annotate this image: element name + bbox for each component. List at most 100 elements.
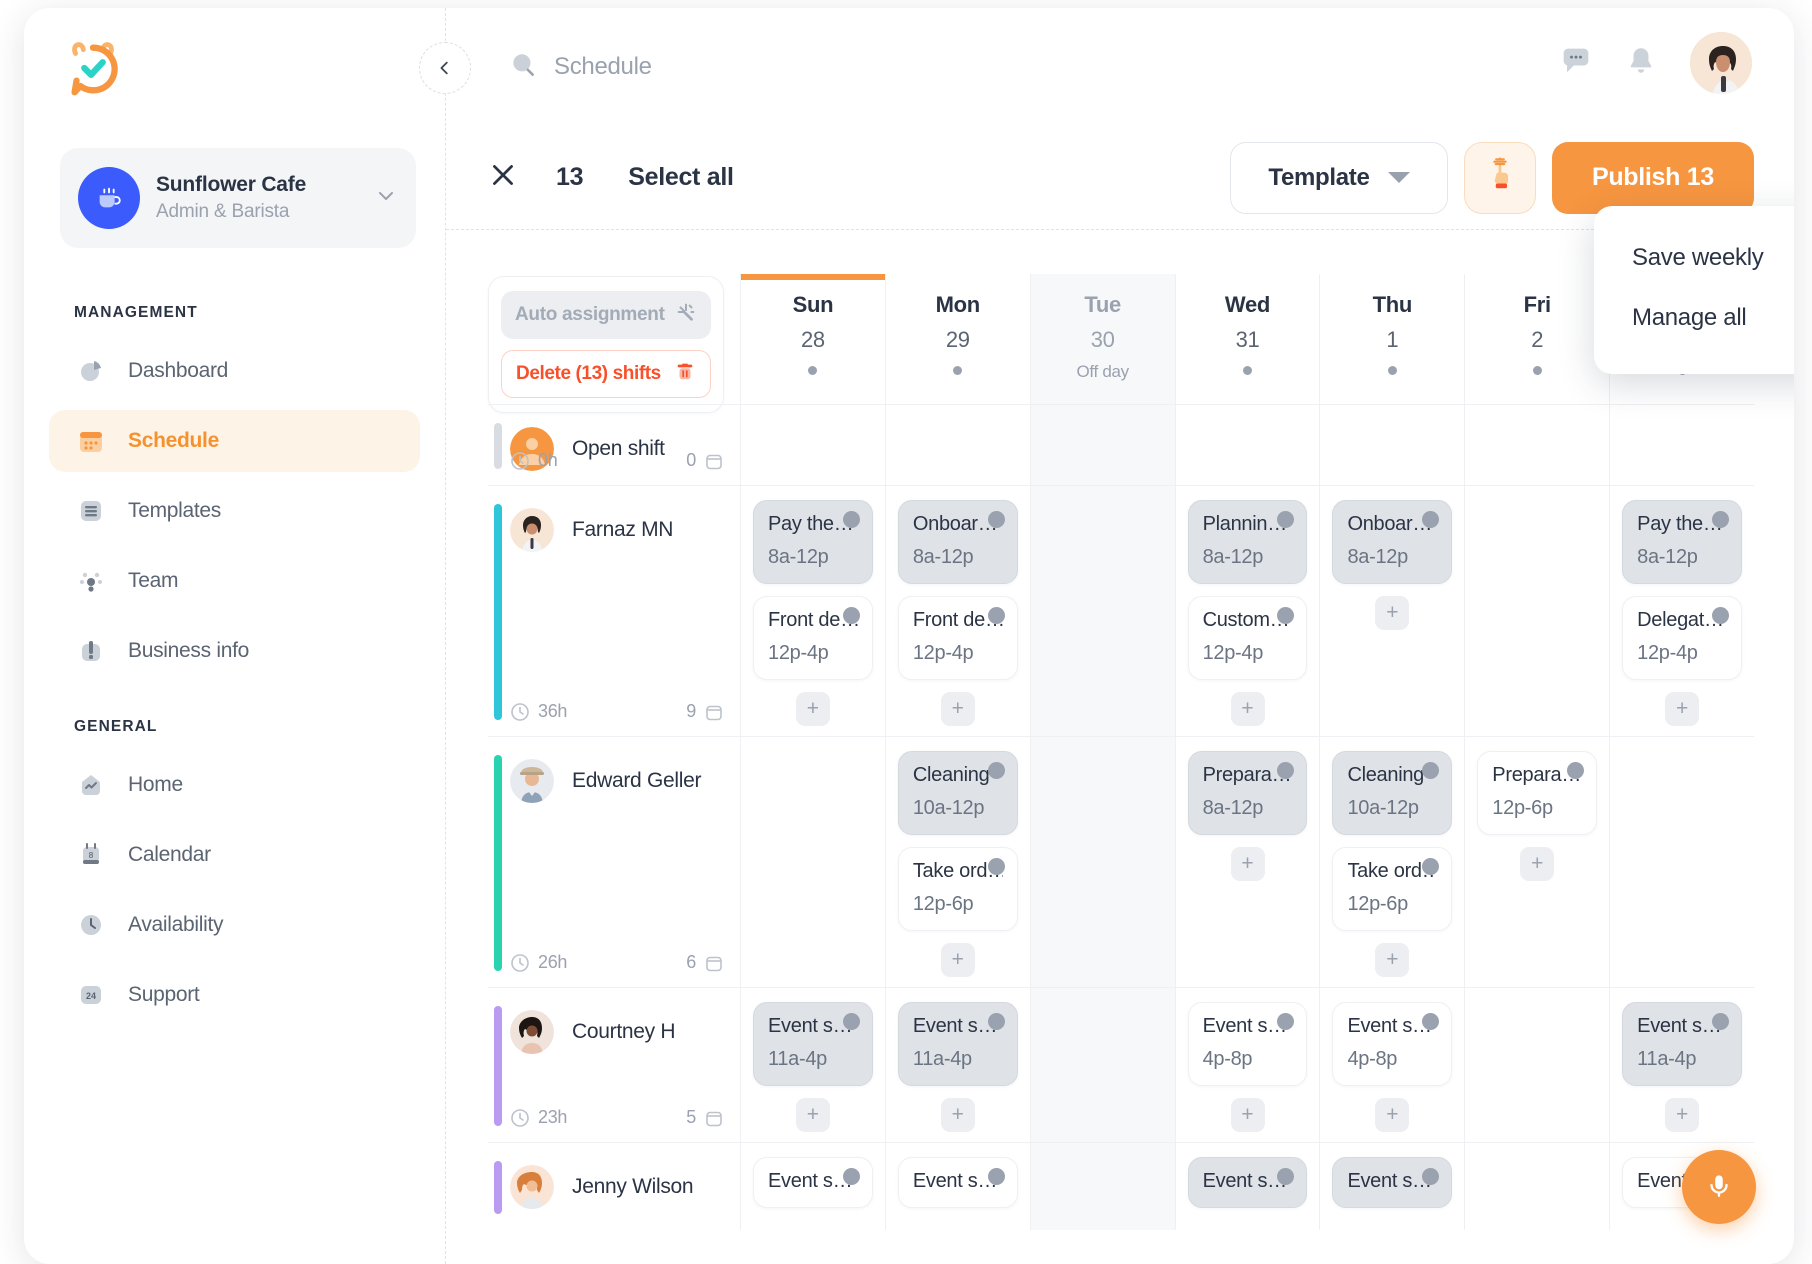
shift-card[interactable]: Front de…12p-4p <box>753 596 873 680</box>
voice-assistant-fab[interactable] <box>1682 1150 1756 1224</box>
page-search[interactable]: Schedule <box>508 50 652 85</box>
day-cell[interactable] <box>1464 486 1609 736</box>
shift-card[interactable]: Event s… <box>1188 1157 1308 1208</box>
add-shift-button[interactable]: + <box>1665 692 1699 726</box>
add-shift-button[interactable]: + <box>1231 847 1265 881</box>
select-all-button[interactable]: Select all <box>628 163 733 192</box>
shift-card[interactable]: Take ord…12p-6p <box>898 847 1018 931</box>
sidebar-item-support[interactable]: 24 Support <box>49 964 420 1026</box>
shift-card[interactable]: Event s… <box>753 1157 873 1208</box>
day-cell[interactable]: Event s…4p-8p + <box>1175 988 1320 1142</box>
day-cell[interactable] <box>1464 988 1609 1142</box>
day-header-fri[interactable]: Fri2 <box>1464 274 1609 404</box>
shift-card[interactable]: Cleaning10a-12p <box>1332 751 1452 835</box>
auto-assignment-button[interactable]: Auto assignment <box>501 291 711 339</box>
employee-cell[interactable]: Farnaz MN36h9 <box>488 486 740 736</box>
day-cell[interactable] <box>885 405 1030 485</box>
collapse-sidebar-button[interactable] <box>419 42 471 94</box>
day-header-wed[interactable]: Wed31 <box>1175 274 1320 404</box>
shift-card[interactable]: Delegat…12p-4p <box>1622 596 1742 680</box>
add-shift-button[interactable]: + <box>941 1098 975 1132</box>
day-cell[interactable]: Event s…11a-4p + <box>740 988 885 1142</box>
day-cell[interactable] <box>1030 486 1175 736</box>
day-header-thu[interactable]: Thu1 <box>1319 274 1464 404</box>
shift-card[interactable]: Pay the…8a-12p <box>753 500 873 584</box>
employee-cell[interactable]: Courtney H23h5 <box>488 988 740 1142</box>
sidebar-item-business-info[interactable]: Business info <box>49 620 420 682</box>
shift-card[interactable]: Event s… <box>898 1157 1018 1208</box>
shift-card[interactable]: Event s… <box>1332 1157 1452 1208</box>
shift-card[interactable]: Prepara…8a-12p <box>1188 751 1308 835</box>
shift-card[interactable]: Event s…11a-4p <box>898 1002 1018 1086</box>
day-cell[interactable]: Prepara…8a-12p + <box>1175 737 1320 987</box>
day-cell[interactable] <box>740 405 885 485</box>
sidebar-item-availability[interactable]: Availability <box>49 894 420 956</box>
day-cell[interactable]: Event s… <box>885 1143 1030 1230</box>
add-shift-button[interactable]: + <box>941 692 975 726</box>
add-shift-button[interactable]: + <box>796 1098 830 1132</box>
shift-card[interactable]: Event s…4p-8p <box>1188 1002 1308 1086</box>
shift-card[interactable]: Plannin…8a-12p <box>1188 500 1308 584</box>
add-shift-button[interactable]: + <box>1231 1098 1265 1132</box>
shift-card[interactable]: Take ord…12p-6p <box>1332 847 1452 931</box>
day-cell[interactable]: Event s… <box>1175 1143 1320 1230</box>
add-shift-button[interactable]: + <box>1520 847 1554 881</box>
day-cell[interactable] <box>1030 988 1175 1142</box>
day-cell[interactable]: Onboar…8a-12p Front de…12p-4p + <box>885 486 1030 736</box>
shift-card[interactable]: Front de…12p-4p <box>898 596 1018 680</box>
shift-card[interactable]: Event s…11a-4p <box>1622 1002 1742 1086</box>
day-cell[interactable]: Pay the…8a-12pFront de…12p-4p+ <box>740 486 885 736</box>
day-cell[interactable]: Pay the…8a-12p Delegat…12p-4p + <box>1609 486 1754 736</box>
day-cell[interactable] <box>1609 405 1754 485</box>
employee-cell[interactable]: Edward Geller26h6 <box>488 737 740 987</box>
day-header-mon[interactable]: Mon29 <box>885 274 1030 404</box>
auto-assign-magic-button[interactable] <box>1464 142 1536 214</box>
add-shift-button[interactable]: + <box>941 943 975 977</box>
sidebar-item-dashboard[interactable]: Dashboard <box>49 340 420 402</box>
day-cell[interactable]: Event s…11a-4p + <box>1609 988 1754 1142</box>
day-cell[interactable] <box>1464 1143 1609 1230</box>
day-cell[interactable] <box>1319 405 1464 485</box>
avatar[interactable] <box>1688 30 1754 96</box>
day-header-sun[interactable]: Sun28 <box>740 274 885 404</box>
shift-card[interactable]: Onboar…8a-12p <box>1332 500 1452 584</box>
day-header-tue[interactable]: Tue30Off day <box>1030 274 1175 404</box>
shift-card[interactable]: Pay the…8a-12p <box>1622 500 1742 584</box>
bell-icon[interactable] <box>1624 44 1658 83</box>
day-cell[interactable]: Onboar…8a-12p + <box>1319 486 1464 736</box>
day-cell[interactable] <box>1609 737 1754 987</box>
close-icon[interactable] <box>488 160 518 196</box>
day-cell[interactable]: Cleaning10a-12p Take ord…12p-6p + <box>885 737 1030 987</box>
day-cell[interactable] <box>740 737 885 987</box>
sidebar-item-team[interactable]: Team <box>49 550 420 612</box>
day-cell[interactable]: Prepara…12p-6p + <box>1464 737 1609 987</box>
employee-cell[interactable]: Jenny Wilson <box>488 1143 740 1230</box>
shift-card[interactable]: Event s…4p-8p <box>1332 1002 1452 1086</box>
add-shift-button[interactable]: + <box>1665 1098 1699 1132</box>
employee-cell[interactable]: Open shift0h0 <box>488 405 740 485</box>
chat-bubble-icon[interactable] <box>1558 43 1594 84</box>
shift-card[interactable]: Event s…11a-4p <box>753 1002 873 1086</box>
shift-card[interactable]: Custom…12p-4p <box>1188 596 1308 680</box>
sidebar-item-templates[interactable]: Templates <box>49 480 420 542</box>
day-cell[interactable]: Plannin…8a-12pCustom…12p-4p+ <box>1175 486 1320 736</box>
day-cell[interactable]: Cleaning10a-12pTake ord…12p-6p+ <box>1319 737 1464 987</box>
day-cell[interactable]: Event s… <box>740 1143 885 1230</box>
shift-card[interactable]: Cleaning10a-12p <box>898 751 1018 835</box>
template-dropdown-button[interactable]: Template <box>1230 142 1448 214</box>
day-cell[interactable] <box>1175 405 1320 485</box>
publish-button[interactable]: Publish 13 <box>1552 142 1754 214</box>
day-cell[interactable] <box>1030 1143 1175 1230</box>
shift-card[interactable]: Prepara…12p-6p <box>1477 751 1597 835</box>
sidebar-item-schedule[interactable]: Schedule <box>49 410 420 472</box>
org-switcher[interactable]: Sunflower Cafe Admin & Barista <box>60 148 416 248</box>
day-cell[interactable]: Event s…4p-8p+ <box>1319 988 1464 1142</box>
menu-item-save-weekly[interactable]: Save weekly <box>1594 228 1794 288</box>
sidebar-item-home[interactable]: Home <box>49 754 420 816</box>
add-shift-button[interactable]: + <box>1375 596 1409 630</box>
day-cell[interactable]: Event s…11a-4p + <box>885 988 1030 1142</box>
sidebar-item-calendar[interactable]: 8 Calendar <box>49 824 420 886</box>
shift-card[interactable]: Onboar…8a-12p <box>898 500 1018 584</box>
day-cell[interactable]: Event s… <box>1319 1143 1464 1230</box>
day-cell[interactable] <box>1030 405 1175 485</box>
